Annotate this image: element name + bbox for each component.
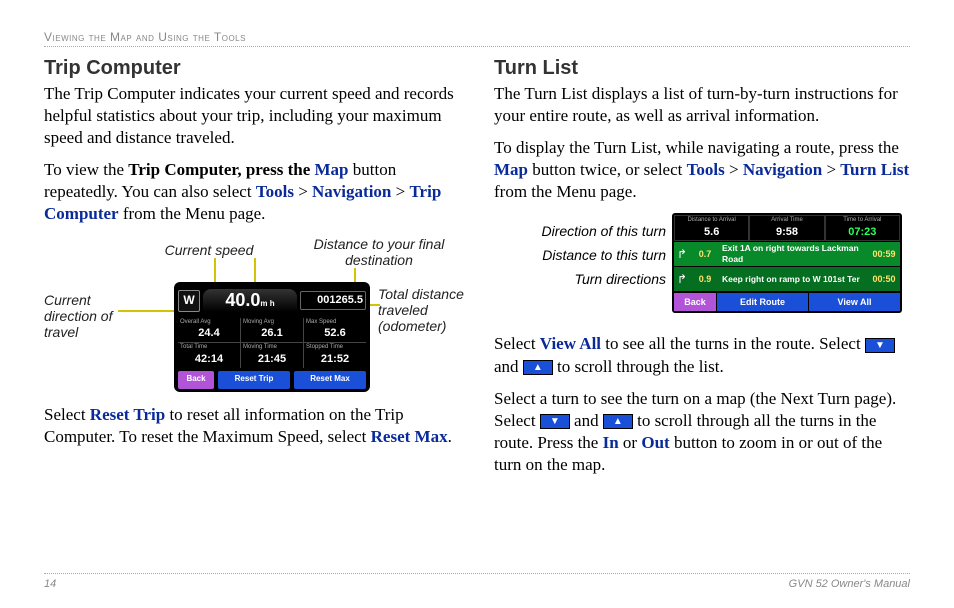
turn-p4: Select a turn to see the turn on a map (… [494, 388, 910, 476]
back-button[interactable]: Back [178, 371, 214, 389]
scroll-down-icon[interactable]: ▼ [865, 338, 895, 353]
turn-row[interactable]: ↱ 0.7 Exit 1A on right towards Lackman R… [674, 242, 900, 266]
turn-arrow-icon: ↱ [674, 272, 690, 288]
label-odometer: Total distance traveled (odometer) [378, 286, 464, 334]
page-footer: 14 GVN 52 Owner's Manual [44, 573, 910, 590]
stat-cell: Max Speed52.6 [304, 318, 366, 343]
label-current-speed: Current speed [154, 242, 264, 258]
left-column: Trip Computer The Trip Computer indicate… [44, 55, 460, 486]
trip-odometer-value: 001265.5 [300, 291, 366, 309]
hdr-time-arrival: Time to Arrival07:23 [825, 215, 900, 241]
turn-p3: Select View All to see all the turns in … [494, 333, 910, 377]
trip-p1: The Trip Computer indicates your current… [44, 83, 460, 149]
reset-trip-button[interactable]: Reset Trip [218, 371, 290, 389]
stat-cell: Overall Avg24.4 [178, 318, 240, 343]
label-distance-final: Distance to your final destination [294, 236, 464, 268]
trip-computer-heading: Trip Computer [44, 55, 460, 81]
trip-device-screenshot: W 40.0m h 001265.5 Overall Avg24.4 Movin… [174, 282, 370, 392]
page-number: 14 [44, 578, 56, 590]
manual-title: GVN 52 Owner's Manual [789, 578, 910, 590]
turn-row[interactable]: ↱ 0.9 Keep right on ramp to W 101st Ter … [674, 267, 900, 291]
stat-cell: Stopped Time21:52 [304, 343, 366, 368]
stat-cell: Total Time42:14 [178, 343, 240, 368]
trip-p2: To view the Trip Computer, press the Map… [44, 159, 460, 225]
label-turn-directions: Turn directions [494, 271, 666, 287]
turn-device-screenshot: Distance to Arrival5.6 Arrival Time9:58 … [672, 213, 902, 313]
trip-speed-value: 40.0m h [203, 289, 297, 312]
scroll-down-icon[interactable]: ▼ [540, 414, 570, 429]
stat-cell: Moving Time21:45 [241, 343, 303, 368]
trip-direction-value: W [178, 290, 200, 312]
turn-arrow-icon: ↱ [674, 247, 690, 263]
label-turn-distance: Distance to this turn [494, 247, 666, 263]
hdr-arrival-time: Arrival Time9:58 [749, 215, 824, 241]
callout-line [118, 310, 176, 312]
label-turn-direction: Direction of this turn [494, 223, 666, 239]
back-button[interactable]: Back [674, 293, 716, 311]
turn-p1: The Turn List displays a list of turn-by… [494, 83, 910, 127]
turn-list-heading: Turn List [494, 55, 910, 81]
view-all-button[interactable]: View All [809, 293, 900, 311]
edit-route-button[interactable]: Edit Route [716, 293, 809, 311]
trip-computer-figure: Current speed Distance to your final des… [44, 236, 460, 396]
stat-cell: Moving Avg26.1 [241, 318, 303, 343]
section-header: Viewing the Map and Using the Tools [44, 30, 910, 47]
turn-p2: To display the Turn List, while navigati… [494, 137, 910, 203]
scroll-up-icon[interactable]: ▲ [523, 360, 553, 375]
trip-p3: Select Reset Trip to reset all informati… [44, 404, 460, 448]
hdr-distance-arrival: Distance to Arrival5.6 [674, 215, 749, 241]
reset-max-button[interactable]: Reset Max [294, 371, 366, 389]
scroll-up-icon[interactable]: ▲ [603, 414, 633, 429]
label-current-direction: Current direction of travel [44, 292, 118, 340]
turn-list-figure: Direction of this turn Distance to this … [494, 213, 910, 325]
right-column: Turn List The Turn List displays a list … [494, 55, 910, 486]
